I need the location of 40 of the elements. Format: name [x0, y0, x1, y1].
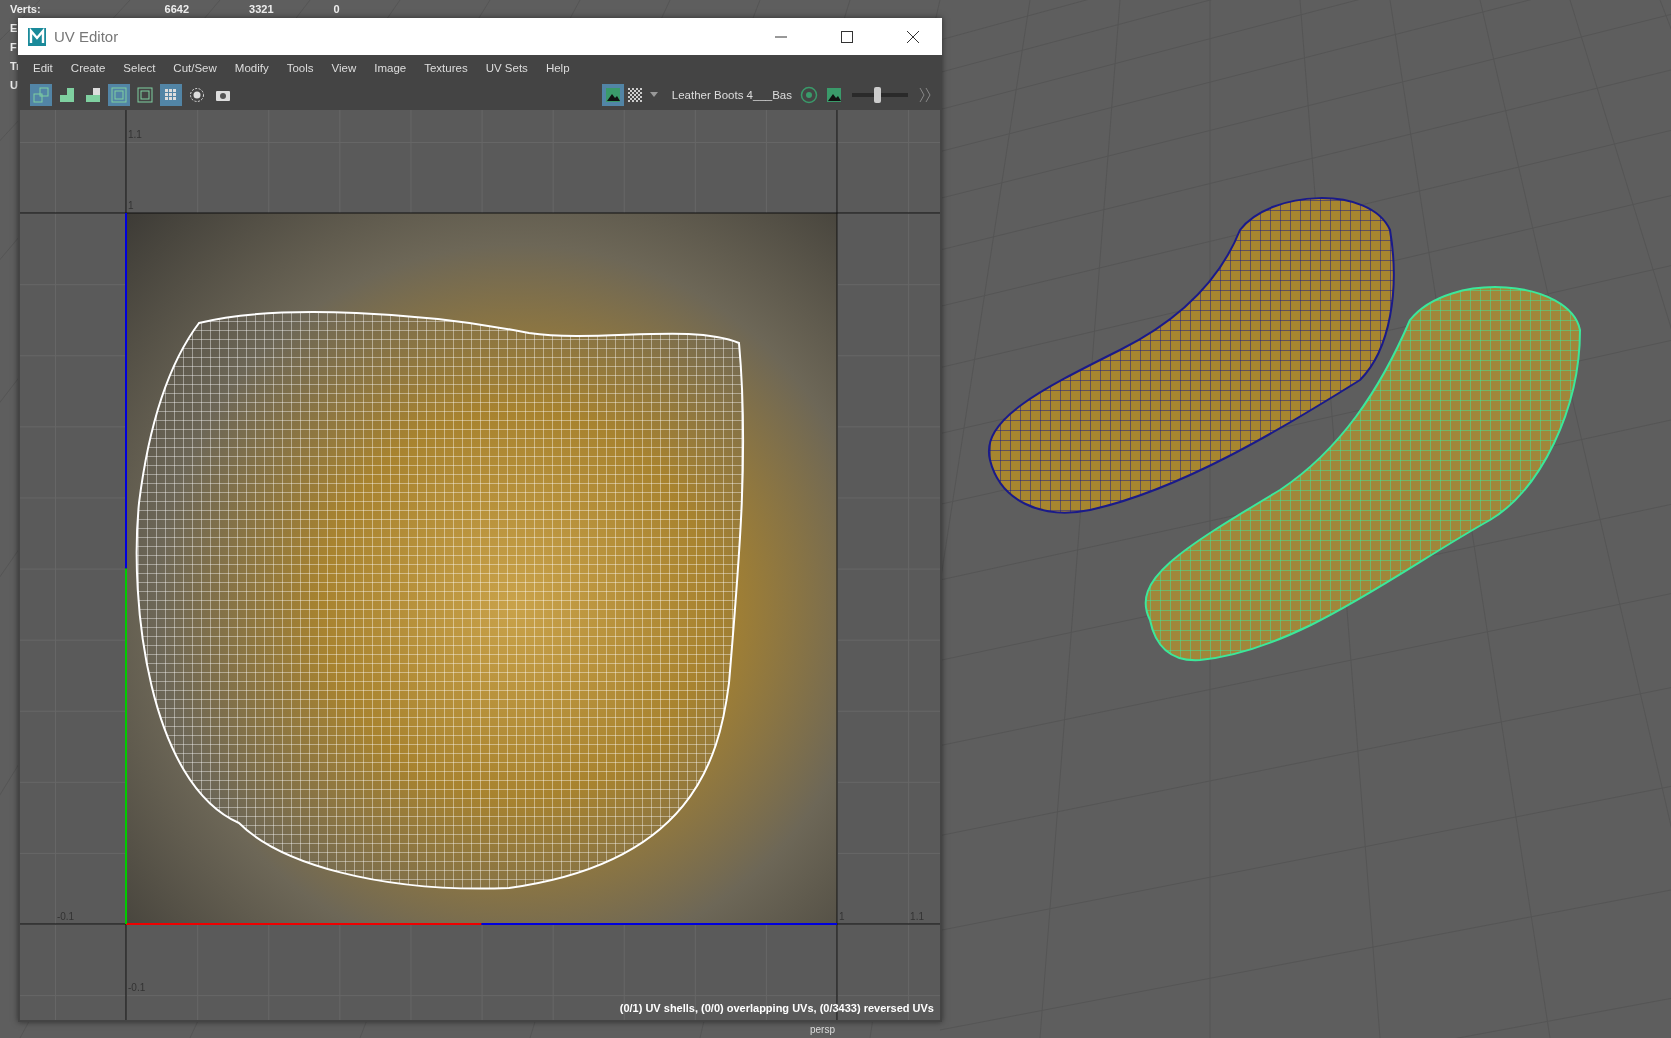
stat-label: F — [10, 41, 17, 53]
frame-icon — [137, 87, 153, 103]
stat-value: 0 — [333, 3, 340, 15]
menu-item[interactable]: View — [322, 58, 366, 77]
chevron-icon[interactable] — [918, 86, 932, 104]
uv-shell-icon — [33, 87, 49, 103]
menu-item[interactable]: Textures — [415, 58, 477, 77]
app-logo-icon — [28, 27, 46, 46]
slider-thumb[interactable] — [874, 87, 882, 103]
stat-label: U — [10, 79, 18, 91]
image-toggle-button[interactable] — [601, 84, 624, 106]
menu-item[interactable]: Select — [114, 58, 165, 77]
blocks-icon — [59, 87, 75, 103]
menu-item[interactable]: Image — [365, 58, 416, 77]
frame-icon — [111, 87, 127, 103]
menu-item[interactable]: Cut/Sew — [164, 58, 226, 77]
ring-icon — [189, 87, 205, 103]
blocks-icon — [85, 87, 101, 103]
menu-item[interactable]: Edit — [24, 58, 62, 77]
menu-item[interactable]: UV Sets — [476, 58, 537, 77]
menu-item[interactable]: Create — [61, 58, 115, 77]
close-icon — [907, 30, 919, 43]
camera-icon — [215, 88, 231, 102]
window-title: UV Editor — [54, 28, 120, 45]
stat-label: E — [10, 22, 18, 34]
menu-item[interactable]: Modify — [225, 58, 278, 77]
menu-item[interactable]: Help — [536, 58, 579, 77]
stat-value: 6642 — [164, 3, 190, 15]
image-icon — [604, 87, 621, 103]
image-name: Leather Boots 4___Bas — [671, 89, 792, 101]
menu-item[interactable]: Tools — [277, 58, 323, 77]
camera-label: persp — [810, 1024, 835, 1035]
stat-label: Verts: — [10, 3, 41, 15]
grid-icon — [163, 87, 179, 103]
maximize-icon — [841, 30, 853, 43]
status-text: (0/1) UV shells, (0/0) overlapping UVs, (0/3433) reversed UVs — [619, 1002, 934, 1014]
image-icon[interactable] — [826, 87, 842, 103]
dropdown-caret-icon[interactable] — [649, 92, 660, 98]
stat-value: 3321 — [249, 3, 274, 15]
checker-icon[interactable] — [627, 88, 642, 102]
